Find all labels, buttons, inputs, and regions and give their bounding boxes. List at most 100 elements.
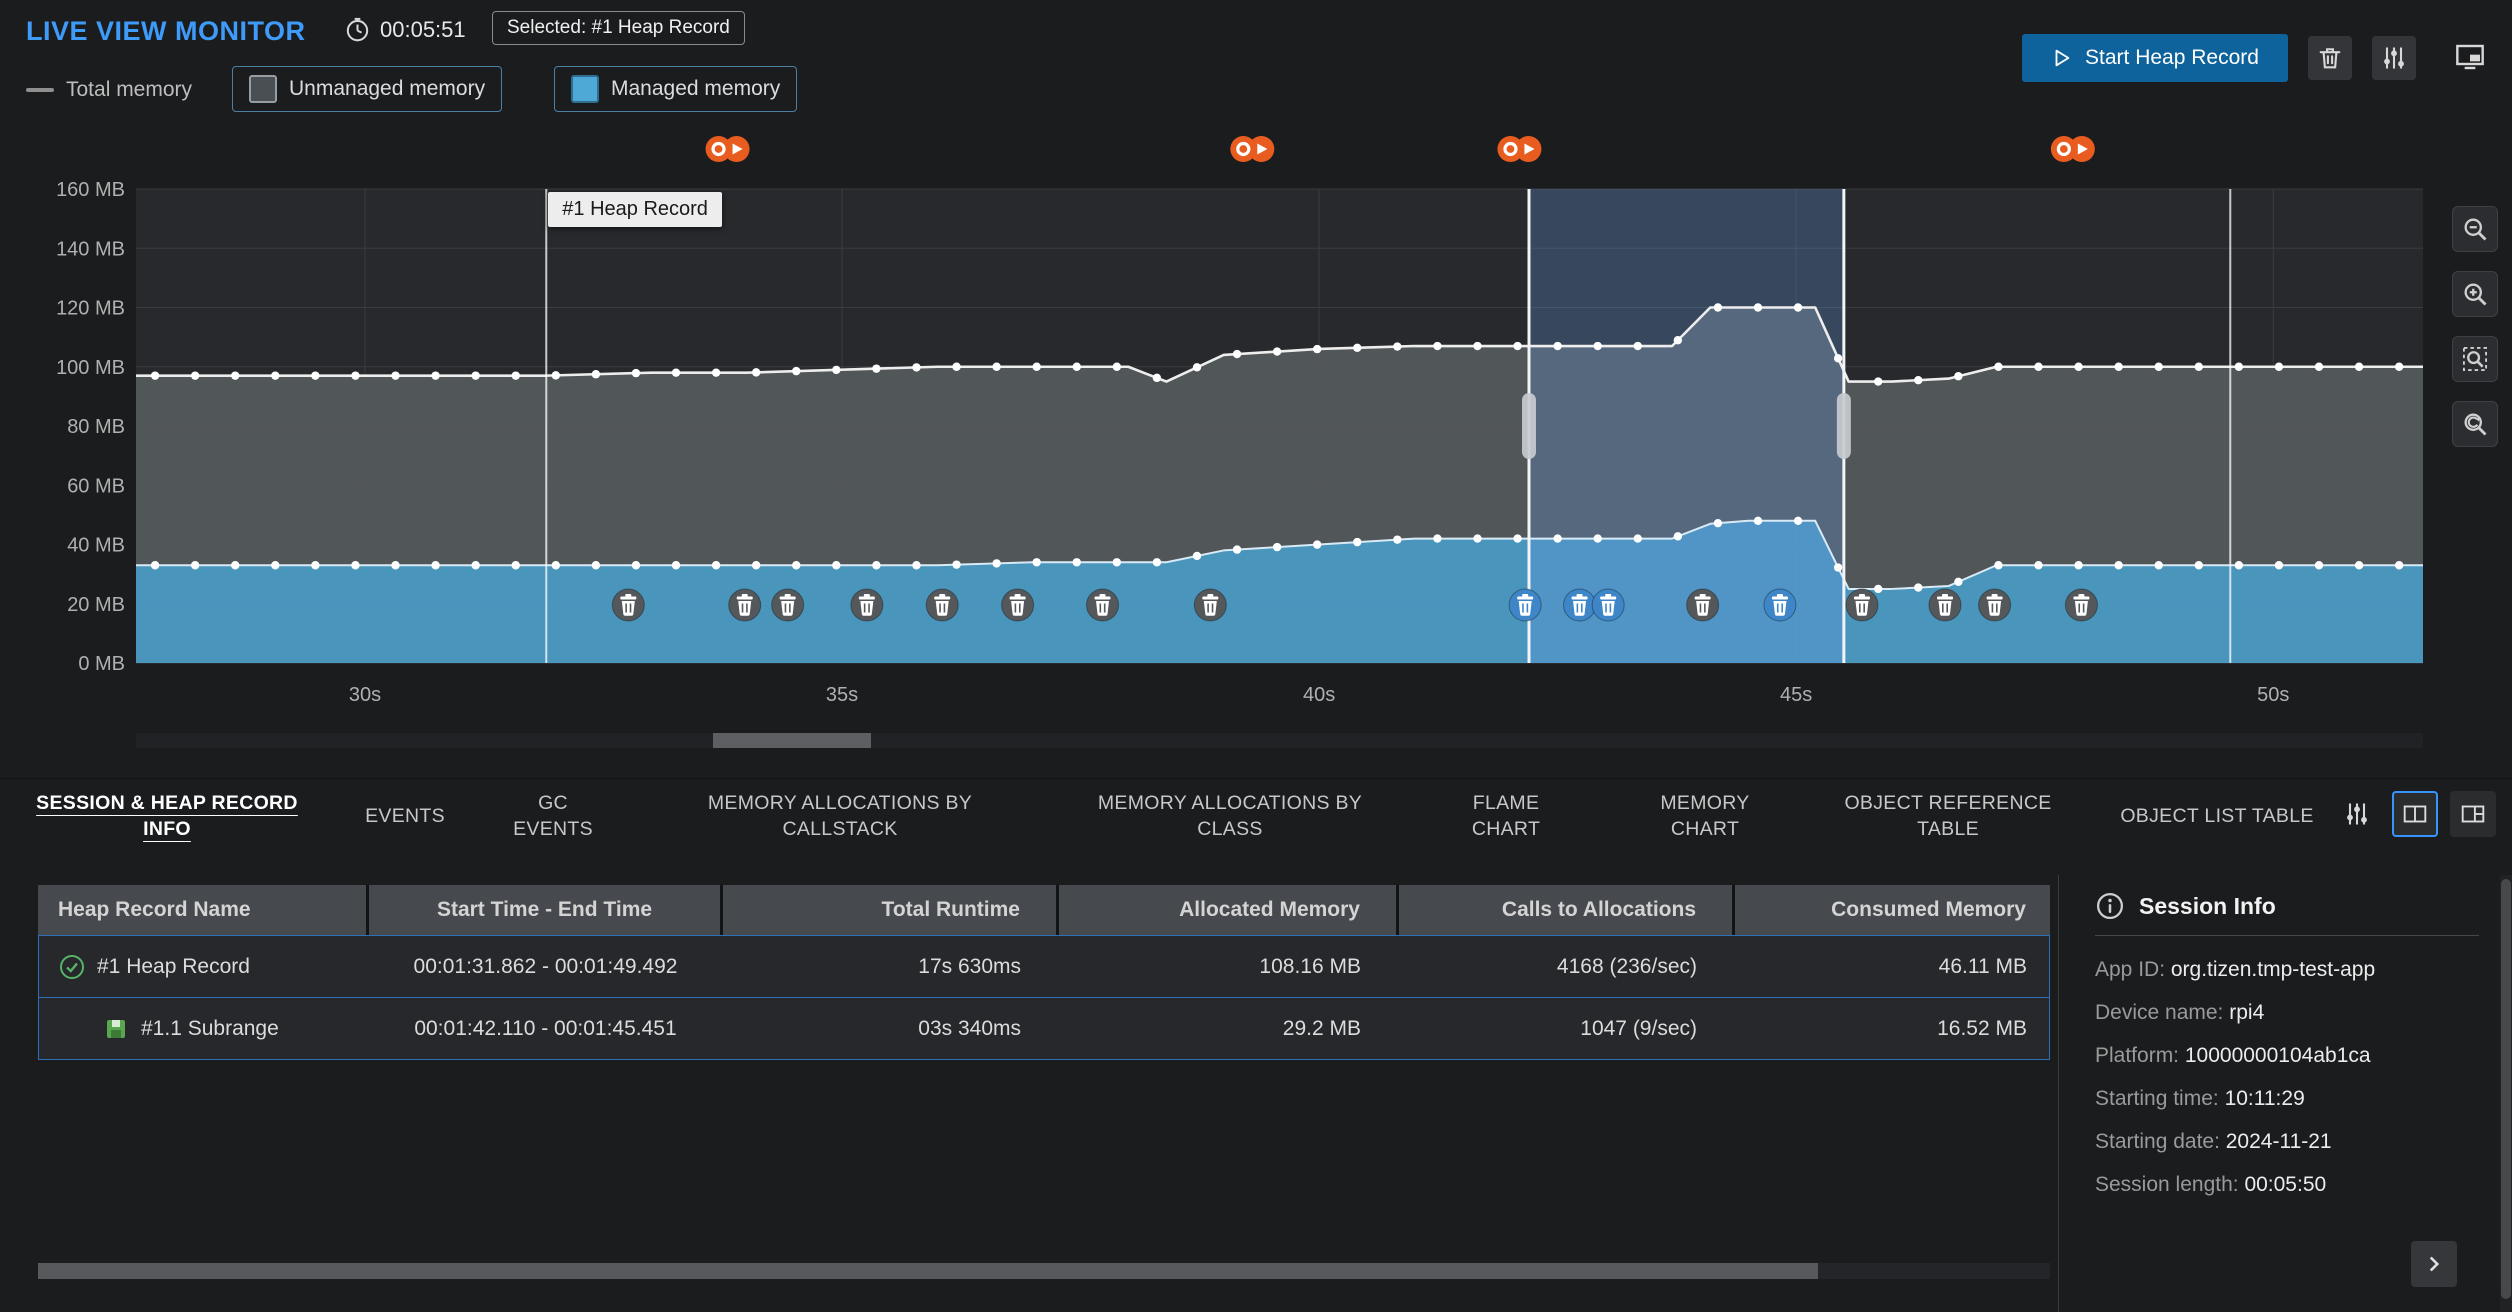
gc-collect-marker[interactable]	[1509, 589, 1541, 621]
gc-collect-marker[interactable]	[1087, 589, 1119, 621]
session-info-field: Starting date: 2024-11-21	[2095, 1120, 2500, 1163]
tabbar-icons	[2334, 791, 2496, 837]
chart-settings-button[interactable]	[2372, 36, 2416, 80]
lower-panel: SESSION & HEAP RECORD INFO EVENTS GC EVENT…	[0, 778, 2512, 1312]
table-cell: 03s 340ms	[724, 998, 1057, 1059]
column-header[interactable]: Calls to Allocations	[1399, 885, 1732, 935]
layout-grid-button[interactable]	[2450, 791, 2496, 837]
table-header-row: Heap Record NameStart Time - End TimeTot…	[38, 885, 2050, 935]
gc-collect-marker[interactable]	[1929, 589, 1961, 621]
column-header[interactable]: Consumed Memory	[1735, 885, 2050, 935]
total-memory-line-swatch	[26, 88, 54, 92]
gc-collect-marker[interactable]	[1846, 589, 1878, 621]
session-info-field: Session length: 00:05:50	[2095, 1163, 2500, 1206]
table-filters-button[interactable]	[2334, 791, 2380, 837]
chart-scrollbar-thumb[interactable]	[713, 733, 871, 748]
y-axis-label: 40 MB	[67, 535, 125, 557]
column-header[interactable]: Heap Record Name	[38, 885, 366, 935]
start-heap-record-button[interactable]: Start Heap Record	[2022, 34, 2288, 82]
session-info-field: App ID: org.tizen.tmp-test-app	[2095, 948, 2500, 991]
table-cell: 00:01:42.110 - 00:01:45.451	[370, 998, 721, 1059]
table-cell: 00:01:31.862 - 00:01:49.492	[370, 936, 721, 997]
session-info-field: Platform: 10000000104ab1ca	[2095, 1034, 2500, 1077]
session-timer: 00:05:51	[344, 16, 466, 43]
y-axis-label: 120 MB	[56, 298, 125, 320]
tab-memory-allocations-by-callstack[interactable]: MEMORY ALLOCATIONS BY CALLSTACK	[685, 783, 995, 849]
selection-handle-right[interactable]	[1837, 393, 1851, 459]
gc-event-icon[interactable]	[1230, 136, 1274, 162]
record-name: #1.1 Subrange	[141, 1017, 279, 1041]
table-scrollbar-track[interactable]	[38, 1263, 2050, 1279]
delete-records-button[interactable]	[2308, 36, 2352, 80]
tab-flame-chart[interactable]: FLAME CHART	[1446, 783, 1566, 849]
session-info-field: Starting time: 10:11:29	[2095, 1077, 2500, 1120]
tab-object-list-table[interactable]: OBJECT LIST TABLE	[2112, 783, 2322, 849]
vertical-scrollbar-thumb[interactable]	[2501, 879, 2511, 1299]
gc-collect-marker[interactable]	[1194, 589, 1226, 621]
unmanaged-memory-toggle[interactable]: Unmanaged memory	[232, 66, 502, 112]
tab-memory-allocations-by-class[interactable]: MEMORY ALLOCATIONS BY CLASS	[1075, 783, 1385, 849]
table-row[interactable]: #1 Heap Record00:01:31.862 - 00:01:49.49…	[39, 936, 2049, 997]
chart-scrollbar-track[interactable]	[136, 733, 2423, 748]
sliders-icon	[2380, 44, 2408, 72]
gc-collect-marker[interactable]	[1002, 589, 1034, 621]
zoom-controls	[2452, 206, 2498, 447]
tab-session-heap-record-info[interactable]: SESSION & HEAP RECORD INFO	[11, 783, 323, 849]
zoom-in-button[interactable]	[2452, 271, 2498, 317]
tab-events[interactable]: EVENTS	[345, 783, 465, 849]
play-icon	[2051, 47, 2073, 69]
table-cell: 46.11 MB	[1736, 936, 2051, 997]
session-timer-value: 00:05:51	[380, 17, 466, 43]
managed-memory-swatch	[571, 75, 599, 103]
gc-collect-marker[interactable]	[772, 589, 804, 621]
y-axis-label: 100 MB	[56, 357, 125, 379]
live-view-monitor-app: 0 MB20 MB40 MB60 MB80 MB100 MB120 MB140 …	[0, 0, 2512, 1312]
tab-gc-events[interactable]: GC EVENTS	[505, 783, 601, 849]
subrange-icon	[103, 1016, 129, 1042]
gc-collect-marker[interactable]	[729, 589, 761, 621]
gc-collect-marker[interactable]	[1687, 589, 1719, 621]
tab-object-reference-table[interactable]: OBJECT REFERENCE TABLE	[1823, 783, 2073, 849]
zoom-out-button[interactable]	[2452, 206, 2498, 252]
zoom-to-selection-button[interactable]	[2452, 336, 2498, 382]
trash-icon	[2316, 44, 2344, 72]
check-circle-icon	[59, 954, 85, 980]
zoom-out-icon	[2461, 215, 2489, 243]
gc-collect-marker[interactable]	[2065, 589, 2097, 621]
table-cell: 4168 (236/sec)	[1400, 936, 1733, 997]
x-axis-label: 40s	[1303, 684, 1335, 706]
table-cell: 17s 630ms	[724, 936, 1057, 997]
record-label: #1 Heap Record	[548, 192, 722, 227]
x-axis-label: 50s	[2257, 684, 2289, 706]
x-axis-label: 45s	[1780, 684, 1812, 706]
session-info-field: Device name: rpi4	[2095, 991, 2500, 1034]
selection-handle-left[interactable]	[1522, 393, 1536, 459]
sliders-icon	[2343, 800, 2371, 828]
info-icon	[2095, 891, 2125, 921]
tab-bar: SESSION & HEAP RECORD INFO EVENTS GC EVENT…	[0, 783, 2290, 849]
gc-collect-marker[interactable]	[612, 589, 644, 621]
gc-collect-marker[interactable]	[1979, 589, 2011, 621]
unmanaged-memory-swatch	[249, 75, 277, 103]
tab-memory-chart[interactable]: MEMORY CHART	[1630, 783, 1780, 849]
gc-collect-marker[interactable]	[1592, 589, 1624, 621]
gc-collect-marker[interactable]	[851, 589, 883, 621]
gc-collect-marker[interactable]	[926, 589, 958, 621]
screen-mirror-button[interactable]	[2448, 34, 2492, 78]
layout-split-icon	[2400, 799, 2430, 829]
table-row[interactable]: #1.1 Subrange 00:01:42.110 - 00:01:45.451…	[39, 997, 2049, 1059]
gc-collect-marker[interactable]	[1564, 589, 1596, 621]
table-scrollbar-thumb[interactable]	[38, 1263, 1818, 1279]
gc-event-icon[interactable]	[1497, 136, 1541, 162]
panel-expand-button[interactable]	[2411, 1241, 2457, 1287]
column-header[interactable]: Start Time - End Time	[369, 885, 720, 935]
column-header[interactable]: Allocated Memory	[1059, 885, 1396, 935]
chevron-right-icon	[2421, 1251, 2447, 1277]
column-header[interactable]: Total Runtime	[723, 885, 1056, 935]
zoom-reset-button[interactable]	[2452, 401, 2498, 447]
gc-event-icon[interactable]	[2051, 136, 2095, 162]
layout-split-button[interactable]	[2392, 791, 2438, 837]
gc-collect-marker[interactable]	[1764, 589, 1796, 621]
gc-event-icon[interactable]	[706, 136, 750, 162]
managed-memory-toggle[interactable]: Managed memory	[554, 66, 797, 112]
